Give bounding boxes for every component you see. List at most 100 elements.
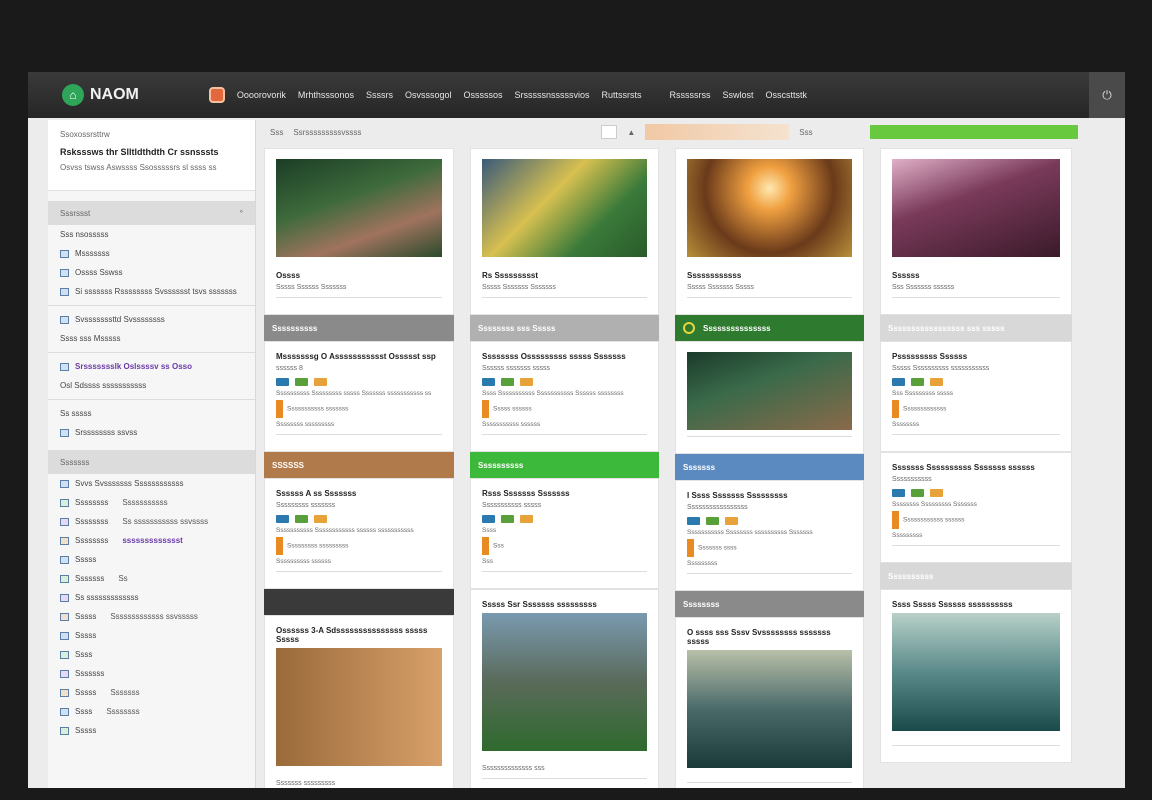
sidebar-list: Svvs Svsssssss Ssssssssssss Ssssssss Sssss…: [48, 474, 255, 740]
divider: [892, 545, 1060, 546]
list-item-value: Sssssss: [110, 688, 140, 697]
content-card[interactable]: Msssssssg O Assssssssssst Ossssst ssp sss…: [264, 341, 454, 452]
sidebar-item-label: Ssss sss Msssss: [60, 334, 121, 343]
content-card[interactable]: Psssssssss Ssssss Sssss Ssssssssss ssssss…: [880, 341, 1072, 452]
sidebar-item[interactable]: Srssssssss ssvss: [48, 423, 255, 442]
card-banner[interactable]: Ssssssssss: [880, 563, 1072, 589]
list-item[interactable]: Sssss Sssssssssssss ssvsssss: [48, 607, 255, 626]
content-card[interactable]: Sssssss Ssssssssss Sssssss ssssss Sssssss…: [880, 452, 1072, 563]
content-card[interactable]: Sssss Ssr Sssssss sssssssss Sssssssssssss…: [470, 589, 659, 788]
tag-badge[interactable]: [725, 517, 739, 525]
card-title: Psssssssss Ssssss: [892, 352, 968, 361]
card-line-text: Sssss ssssss: [493, 405, 532, 413]
list-item[interactable]: Ssss Ssssssss: [48, 702, 255, 721]
sidebar-item[interactable]: Ss sssss: [48, 404, 255, 423]
list-item[interactable]: Sssssss: [48, 664, 255, 683]
power-button[interactable]: ⏻: [1089, 72, 1125, 118]
tag-badge[interactable]: [930, 378, 944, 386]
nav-item[interactable]: Rsssssrss: [670, 90, 711, 100]
content-card[interactable]: Rs Ssssssssst Sssss Sssssss Sssssss: [470, 148, 659, 315]
sidebar-item[interactable]: Svsssssssttd Svssssssss: [48, 310, 255, 329]
tag-badge[interactable]: [314, 378, 328, 386]
card-banner[interactable]: Ssssssss sss Sssss: [470, 315, 659, 341]
content-card[interactable]: I Ssss Sssssss Sssssssss Ssssssssssssssss…: [675, 480, 864, 591]
tag-badge[interactable]: [706, 517, 720, 525]
list-item[interactable]: Ssssssss Sssssssssss: [48, 493, 255, 512]
banner-label: Sssssssssssssss: [703, 323, 771, 333]
list-item[interactable]: Svvs Svsssssss Ssssssssssss: [48, 474, 255, 493]
content-card[interactable]: Ssssssssssss Sssss Sssssss Sssss: [675, 148, 864, 315]
tag-badge[interactable]: [911, 489, 925, 497]
list-item[interactable]: Sssss: [48, 626, 255, 645]
sidebar-item[interactable]: Srssssssslk Oslssssv ss Osso: [48, 357, 255, 376]
card-banner[interactable]: [264, 589, 454, 615]
nav-item[interactable]: Srsssssnsssssvios: [515, 90, 590, 100]
tag-badge[interactable]: [295, 378, 309, 386]
tag-badge[interactable]: [520, 378, 534, 386]
sidebar-item[interactable]: Ossss Sswss: [48, 263, 255, 282]
sidebar-item[interactable]: Osl Sdssss sssssssssss: [48, 376, 255, 395]
content-card[interactable]: Ossss Sssss Ssssss Sssssss: [264, 148, 454, 315]
nav-item[interactable]: Oooorovorik: [237, 90, 286, 100]
main-content: Sss Ssrsssssssssvssss ▲ Sss Ossss Sssss S…: [264, 120, 1084, 788]
card-title: I Ssss Sssssss Sssssssss: [687, 491, 788, 500]
nav-item[interactable]: Osvsssogol: [405, 90, 452, 100]
tag-badge[interactable]: [276, 515, 290, 523]
list-item[interactable]: Ssss: [48, 645, 255, 664]
tag-badge[interactable]: [501, 515, 515, 523]
section-header[interactable]: Sssssss: [48, 450, 255, 474]
sidebar-summary-card[interactable]: Ssoxossrsttrw Rsksssws thr Slltldthdth C…: [48, 120, 255, 191]
tag-badge[interactable]: [501, 378, 515, 386]
list-item[interactable]: Ssssssss ssssssssssssst: [48, 531, 255, 550]
list-item[interactable]: Ssssssss Ss sssssssssss ssvssss: [48, 512, 255, 531]
tag-badge[interactable]: [687, 517, 701, 525]
content-card[interactable]: Ssssss Sss Sssssss ssssss: [880, 148, 1072, 315]
list-item[interactable]: Ss sssssssssssss: [48, 588, 255, 607]
list-item[interactable]: Sssss: [48, 550, 255, 569]
section-header[interactable]: Sssrssst °: [48, 201, 255, 225]
nav-item[interactable]: Mrhthsssonos: [298, 90, 354, 100]
tag-badge[interactable]: [520, 515, 534, 523]
tag-badge[interactable]: [892, 378, 906, 386]
record-icon[interactable]: [208, 87, 225, 103]
card-banner[interactable]: Sssssss: [675, 454, 864, 480]
tag-badge[interactable]: [892, 489, 906, 497]
content-card[interactable]: Ssssss A ss Sssssss Sssssssss sssssss Sss…: [264, 478, 454, 589]
nav-item[interactable]: Osssssos: [463, 90, 502, 100]
tag-badge[interactable]: [482, 515, 496, 523]
toolbar-input[interactable]: [601, 125, 618, 139]
tag-badge[interactable]: [482, 378, 496, 386]
sidebar-item[interactable]: Msssssss: [48, 244, 255, 263]
nav-item[interactable]: Ssssrs: [366, 90, 393, 100]
content-card[interactable]: Ssss Sssss Ssssss ssssssssss: [880, 589, 1072, 763]
card-banner[interactable]: Ssssssss: [675, 591, 864, 617]
nav-item[interactable]: Osscsttstk: [766, 90, 808, 100]
nav-item[interactable]: Sswlost: [723, 90, 754, 100]
content-card[interactable]: O ssss sss Sssv Svssssssss sssssss sssss: [675, 617, 864, 788]
card-banner[interactable]: Ssssssssss: [264, 315, 454, 341]
item-icon: [60, 517, 69, 526]
list-item[interactable]: Sssss: [48, 721, 255, 740]
tag-badge[interactable]: [295, 515, 309, 523]
card-banner[interactable]: Ssssssssss: [470, 452, 659, 478]
list-item[interactable]: Sssssss Ss: [48, 569, 255, 588]
content-card[interactable]: Ossssss 3-A Sdsssssssssssssss sssss Ssss…: [264, 615, 454, 788]
search-field[interactable]: [645, 124, 790, 140]
tag-badge[interactable]: [314, 515, 328, 523]
sidebar-item[interactable]: Ssss sss Msssss: [48, 329, 255, 348]
card-banner[interactable]: Sssssssssssssss: [675, 315, 864, 341]
tag-badge[interactable]: [276, 378, 290, 386]
bottle-icon: [892, 511, 899, 529]
sidebar-item[interactable]: Si sssssss Rssssssss Svsssssst tsvs ssss…: [48, 282, 255, 301]
card-banner[interactable]: SSSSSS: [264, 452, 454, 478]
app-logo[interactable]: ⌂ NAOM: [62, 84, 139, 106]
content-card[interactable]: [675, 341, 864, 454]
card-subtitle: Ssssss sssssss sssss: [482, 365, 551, 372]
nav-item[interactable]: Ruttssrsts: [602, 90, 642, 100]
tag-badge[interactable]: [930, 489, 944, 497]
tag-badge[interactable]: [911, 378, 925, 386]
list-item[interactable]: Sssss Sssssss: [48, 683, 255, 702]
card-banner[interactable]: Sssssssssssssssss sss sssss: [880, 315, 1072, 341]
content-card[interactable]: Rsss Sssssss Sssssss Sssssssssss sssss Ss…: [470, 478, 659, 589]
content-card[interactable]: Ssssssss Osssssssss sssss Sssssss Ssssss …: [470, 341, 659, 452]
